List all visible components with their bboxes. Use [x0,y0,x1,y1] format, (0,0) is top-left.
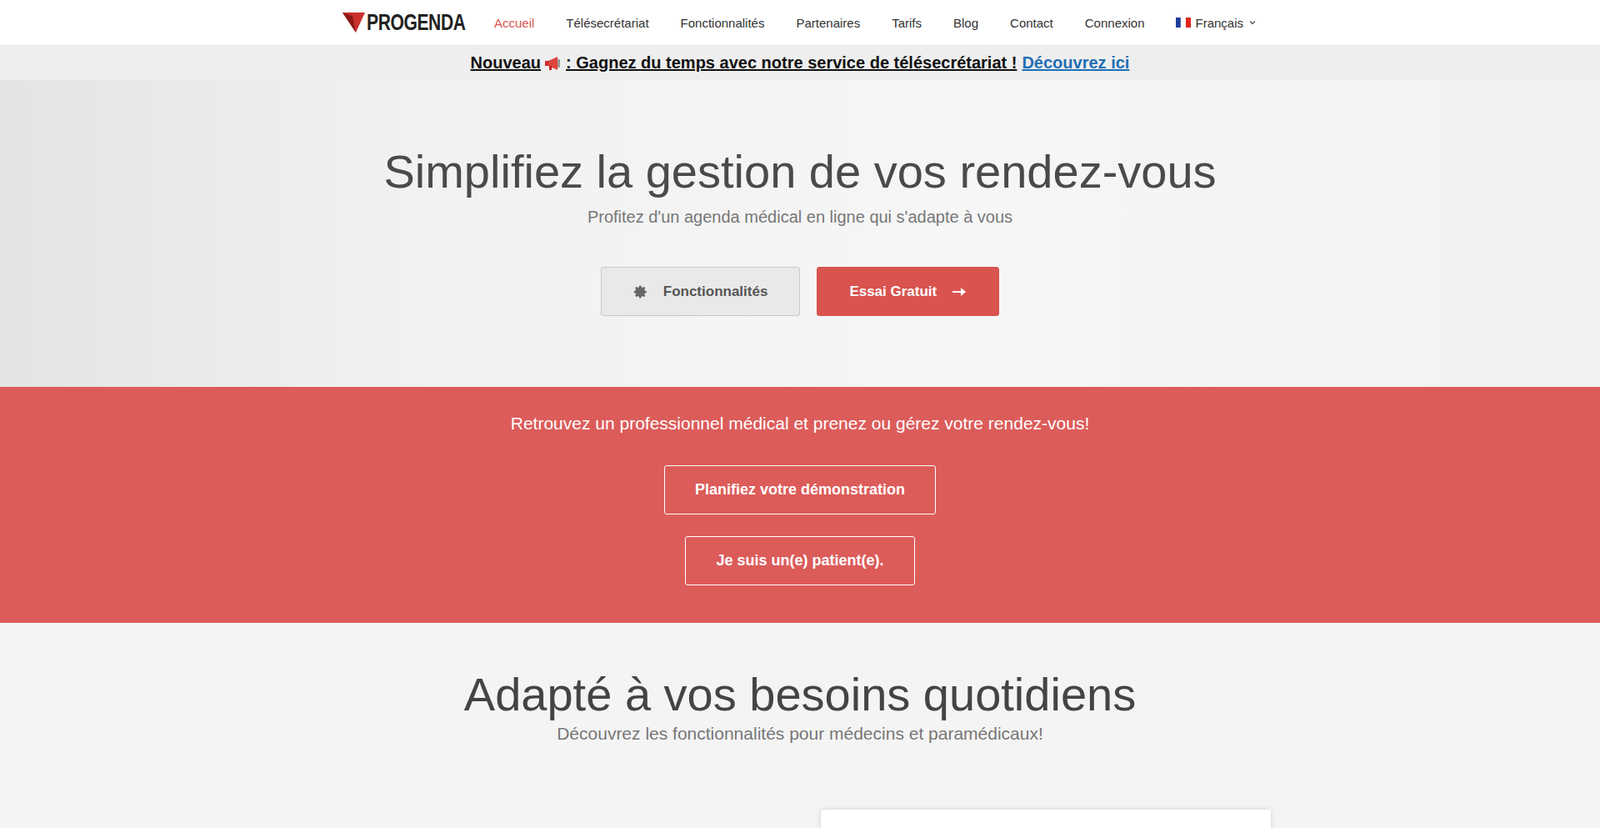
nav-link[interactable]: Partenaires [795,15,860,30]
gear-icon [633,284,649,300]
nav-link[interactable]: Blog [953,15,979,30]
nav-link[interactable]: Connexion [1085,15,1145,30]
announcement-link[interactable]: Découvrez ici [1021,53,1130,73]
hero-section: Simplifiez la gestion de vos rendez-vous… [0,80,1600,387]
logo-icon [342,12,365,33]
free-trial-button[interactable]: Essai Gratuit [816,266,1000,316]
button-label: Fonctionnalités [663,283,769,300]
hero-title: Simplifiez la gestion de vos rendez-vous [0,143,1600,200]
megaphone-icon [544,55,563,72]
logo[interactable]: PROGENDA [342,10,472,36]
french-flag-icon [1175,17,1191,28]
features-subtitle: Découvrez les fonctionnalités pour médec… [0,722,1600,745]
nav-menu: PROGENDA Accueil Télésecrétariat Fonctionna… [342,10,1258,36]
chevron-down-icon [1247,17,1258,28]
button-label: Essai Gratuit [849,283,937,300]
band-text: Retrouvez un professionnel médical et pr… [0,412,1600,435]
nav-link[interactable]: Télésecrétariat [565,15,649,30]
announcement-text: : Gagnez du temps avec notre service de … [565,53,1017,73]
patient-band: Retrouvez un professionnel médical et pr… [0,386,1600,623]
demo-button[interactable]: Planifiez votre démonstration [664,465,936,515]
logo-text: PROGENDA [366,10,466,36]
announcement-bar: Nouveau : Gagnez du temps avec notre serv… [0,45,1600,80]
features-title: Adapté à vos besoins quotidiens [0,665,1600,723]
hero-buttons: Fonctionnalités Essai Gratuit [0,266,1600,316]
announcement-badge: Nouveau [470,53,541,73]
features-button[interactable]: Fonctionnalités [600,266,801,316]
arrow-right-icon [951,286,967,297]
nav-link[interactable]: Contact [1010,15,1054,30]
top-navbar: PROGENDA Accueil Télésecrétariat Fonctionna… [0,0,1600,46]
nav-link[interactable]: Tarifs [891,15,922,30]
band-buttons: Planifiez votre démonstration Je suis un(… [0,465,1600,585]
patient-button[interactable]: Je suis un(e) patient(e). [685,535,915,585]
nav-link[interactable]: Fonctionnalités [680,15,765,30]
features-section: Adapté à vos besoins quotidiensDécouvrez… [0,622,1600,828]
feature-card [820,809,1271,828]
nav-link[interactable]: Accueil [494,15,535,30]
language-selector[interactable]: Français [1175,15,1258,30]
language-label: Français [1195,15,1244,30]
hero-subtitle: Profitez d'un agenda médical en ligne qu… [0,206,1600,227]
